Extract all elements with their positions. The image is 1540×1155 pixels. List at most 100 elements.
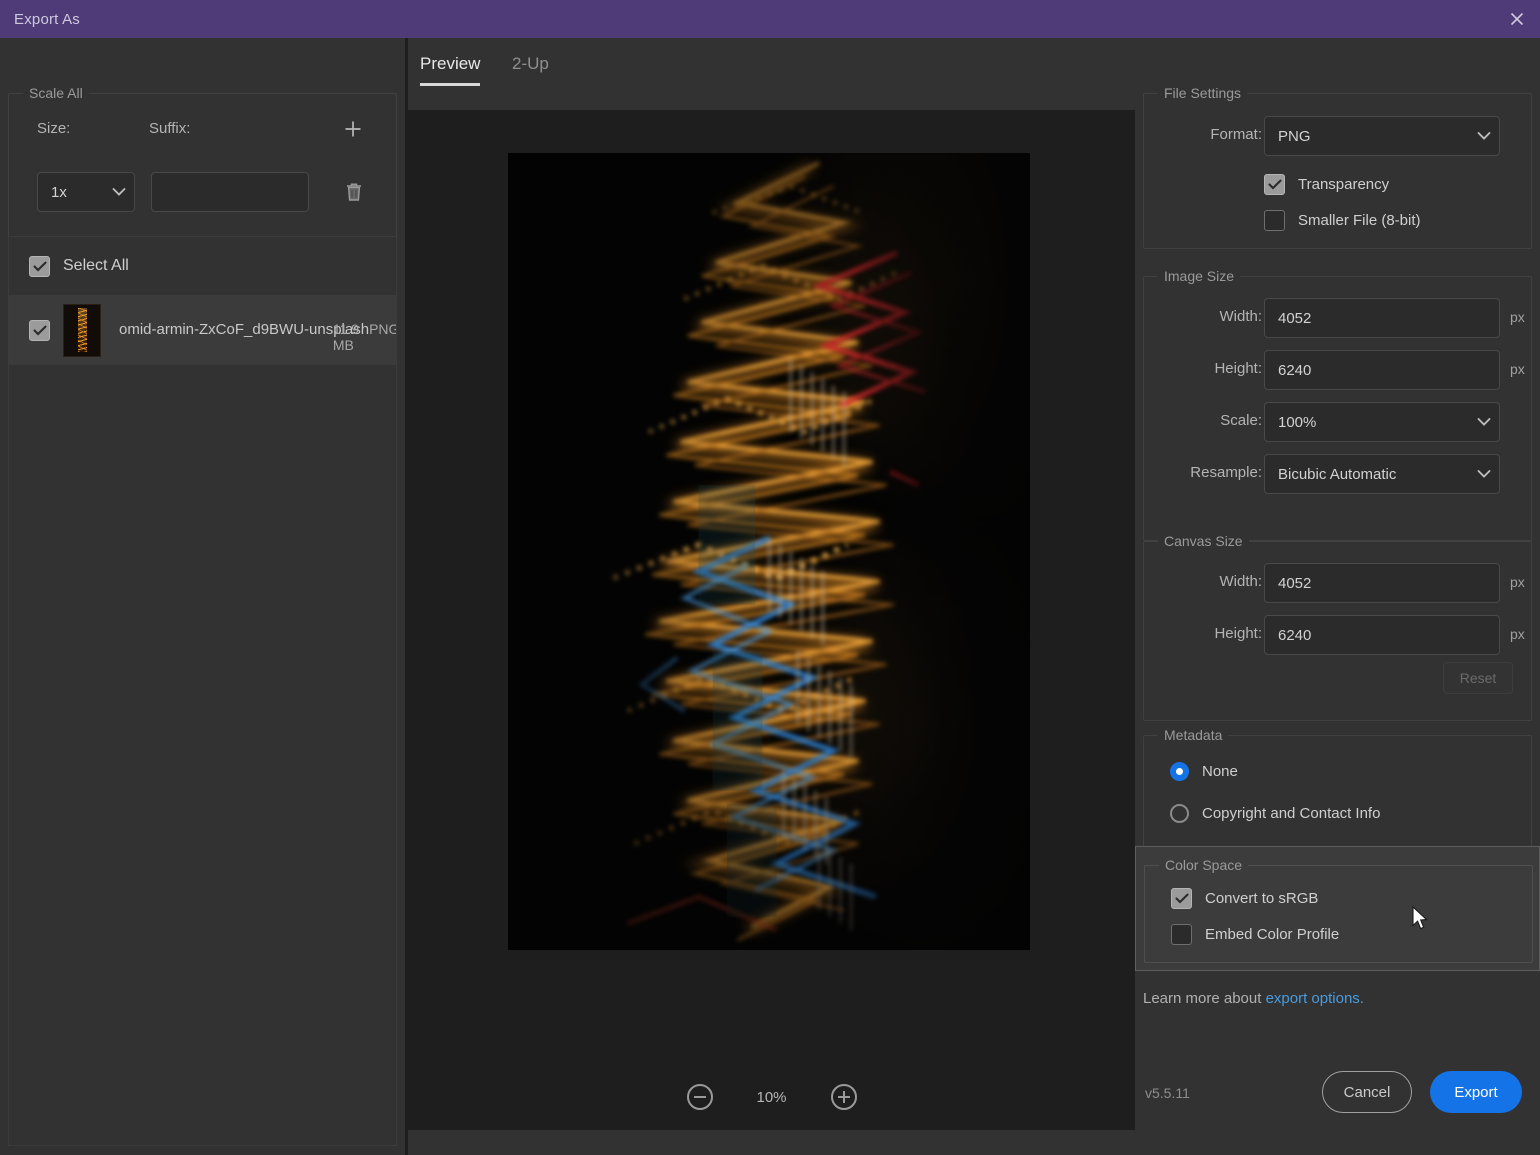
format-label: Format: <box>1146 126 1262 143</box>
light-trails-artwork <box>508 153 1030 950</box>
cancel-button[interactable]: Cancel <box>1322 1071 1412 1113</box>
learn-more-prefix: Learn more about <box>1143 990 1266 1007</box>
minus-circle-icon[interactable] <box>687 1084 713 1110</box>
canvas-height-label: Height: <box>1146 625 1262 642</box>
asset-filename: omid-armin-ZxCoF_d9BWU-unsplash <box>119 321 369 338</box>
close-icon[interactable] <box>1494 0 1540 38</box>
scale-all-group: Scale All Size: Suffix: 1x <box>8 93 397 253</box>
suffix-label: Suffix: <box>149 120 190 137</box>
smaller-file-checkbox[interactable] <box>1264 210 1285 231</box>
image-height-unit: px <box>1510 361 1525 377</box>
select-all-label: Select All <box>63 257 129 275</box>
suffix-input[interactable] <box>151 172 309 212</box>
radio-none[interactable] <box>1170 762 1189 781</box>
scale-value: 100% <box>1265 414 1469 431</box>
canvas-width-unit: px <box>1510 574 1525 590</box>
export-as-dialog: Export As Scale All Size: Suffix: 1x <box>0 0 1540 1155</box>
select-all-checkbox[interactable] <box>29 256 50 277</box>
image-size-legend: Image Size <box>1158 268 1240 284</box>
dialog-titlebar: Export As <box>0 0 1540 38</box>
tab-2up[interactable]: 2-Up <box>512 54 549 86</box>
zoom-level: 10% <box>749 1089 795 1106</box>
convert-srgb-checkbox[interactable] <box>1171 888 1192 909</box>
list-item[interactable]: omid-armin-ZxCoF_d9BWU-unsplash PNG 4052… <box>9 295 396 365</box>
metadata-group: Metadata None Copyright and Contact Info <box>1143 735 1532 855</box>
embed-profile-checkbox[interactable] <box>1171 924 1192 945</box>
embed-profile-label: Embed Color Profile <box>1205 926 1339 943</box>
color-space-group: Color Space Convert to sRGB <box>1144 865 1533 963</box>
reset-button[interactable]: Reset <box>1443 662 1513 694</box>
canvas-height-input[interactable] <box>1264 615 1500 655</box>
thumbnail-light-trails <box>78 308 87 353</box>
tab-preview[interactable]: Preview <box>420 54 480 86</box>
scale-size-select[interactable]: 1x <box>37 172 135 212</box>
convert-srgb-row[interactable]: Convert to sRGB <box>1171 888 1318 909</box>
dialog-title: Export As <box>14 11 80 28</box>
metadata-legend: Metadata <box>1158 727 1228 743</box>
preview-panel: Preview 2-Up <box>408 38 1135 1155</box>
canvas-size-legend: Canvas Size <box>1158 533 1249 549</box>
canvas-height-unit: px <box>1510 626 1525 642</box>
settings-panel: File Settings Format: PNG Transparency <box>1135 38 1540 1155</box>
radio-copyright[interactable] <box>1170 804 1189 823</box>
image-width-label: Width: <box>1146 308 1262 325</box>
select-all-row[interactable]: Select All <box>9 237 396 295</box>
resample-label: Resample: <box>1146 464 1262 481</box>
transparency-checkbox[interactable] <box>1264 174 1285 195</box>
asset-format: PNG <box>369 321 397 337</box>
preview-stage: 10% <box>408 110 1135 1130</box>
version-label: v5.5.11 <box>1145 1085 1190 1101</box>
resample-select[interactable]: Bicubic Automatic <box>1264 454 1500 494</box>
light-trail-paths <box>592 153 947 950</box>
zoom-controls: 10% <box>408 1074 1135 1120</box>
image-size-group: Image Size Width: px Height: px Scale: 1… <box>1143 276 1532 541</box>
asset-thumbnail <box>63 304 101 357</box>
preview-tabs: Preview 2-Up <box>408 38 1135 108</box>
file-settings-legend: File Settings <box>1158 85 1247 101</box>
preview-image <box>508 153 1030 950</box>
chevron-down-icon <box>1469 417 1499 427</box>
format-select[interactable]: PNG <box>1264 116 1500 156</box>
convert-srgb-label: Convert to sRGB <box>1205 890 1318 907</box>
file-settings-group: File Settings Format: PNG Transparency <box>1143 93 1532 249</box>
metadata-option-none[interactable]: None <box>1170 762 1238 781</box>
canvas-size-group: Canvas Size Width: px Height: px Reset <box>1143 541 1532 721</box>
size-label: Size: <box>37 120 70 137</box>
image-width-unit: px <box>1510 309 1525 325</box>
trash-icon[interactable] <box>337 174 371 210</box>
learn-more-text: Learn more about export options. <box>1143 990 1364 1007</box>
image-height-input[interactable] <box>1264 350 1500 390</box>
metadata-copyright-label: Copyright and Contact Info <box>1202 805 1380 822</box>
transparency-row[interactable]: Transparency <box>1264 174 1389 195</box>
scale-select[interactable]: 100% <box>1264 402 1500 442</box>
plus-icon[interactable] <box>340 116 366 142</box>
canvas-width-label: Width: <box>1146 573 1262 590</box>
smaller-file-label: Smaller File (8-bit) <box>1298 212 1421 229</box>
metadata-option-copyright[interactable]: Copyright and Contact Info <box>1170 804 1380 823</box>
image-width-input[interactable] <box>1264 298 1500 338</box>
color-space-highlight: Color Space Convert to sRGB <box>1135 846 1540 971</box>
canvas-width-input[interactable] <box>1264 563 1500 603</box>
asset-filesize: 11.9 MB <box>333 321 359 353</box>
plus-circle-icon[interactable] <box>831 1084 857 1110</box>
asset-checkbox[interactable] <box>29 320 50 341</box>
scale-size-value: 1x <box>38 184 104 201</box>
embed-profile-row[interactable]: Embed Color Profile <box>1171 924 1339 945</box>
export-options-link[interactable]: export options. <box>1266 990 1364 1007</box>
format-value: PNG <box>1265 128 1469 145</box>
transparency-label: Transparency <box>1298 176 1389 193</box>
dialog-footer: v5.5.11 Cancel Export <box>1135 1045 1540 1155</box>
metadata-none-label: None <box>1202 763 1238 780</box>
chevron-down-icon <box>1469 131 1499 141</box>
scale-label: Scale: <box>1146 412 1262 429</box>
export-button[interactable]: Export <box>1430 1071 1522 1113</box>
scale-all-labels: Size: Suffix: <box>9 120 396 146</box>
image-height-label: Height: <box>1146 360 1262 377</box>
color-space-legend: Color Space <box>1159 857 1248 873</box>
chevron-down-icon <box>1469 469 1499 479</box>
left-panel: Scale All Size: Suffix: 1x <box>0 38 405 1155</box>
scale-all-legend: Scale All <box>23 85 89 101</box>
smaller-file-row[interactable]: Smaller File (8-bit) <box>1264 210 1421 231</box>
asset-list: Select All omid-armin-ZxCoF_d9BWU-unspla… <box>8 236 397 1146</box>
asset-info: omid-armin-ZxCoF_d9BWU-unsplash PNG 4052… <box>119 321 396 339</box>
